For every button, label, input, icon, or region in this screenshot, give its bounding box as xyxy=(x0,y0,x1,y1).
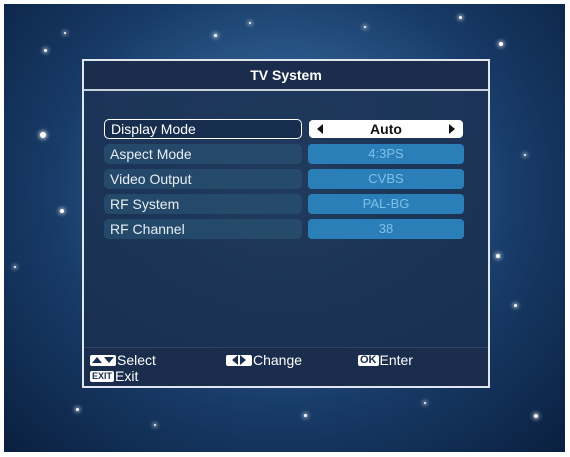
hint-select: Select xyxy=(90,352,156,368)
star-decoration xyxy=(514,304,517,307)
hint-select-label: Select xyxy=(117,352,156,368)
ok-key-icon: OK xyxy=(358,353,379,366)
setting-row-video-output[interactable]: Video Output CVBS xyxy=(104,167,464,192)
setting-label: Aspect Mode xyxy=(104,144,302,164)
setting-row-rf-system[interactable]: RF System PAL-BG xyxy=(104,192,464,217)
setting-value: CVBS xyxy=(308,169,464,189)
left-right-key-icon xyxy=(226,354,252,366)
star-decoration xyxy=(499,42,503,46)
setting-value: Auto xyxy=(370,121,402,137)
setting-label: RF Channel xyxy=(104,219,302,239)
hint-change-label: Change xyxy=(253,352,303,368)
star-decoration xyxy=(40,132,46,138)
setting-row-display-mode[interactable]: Display Mode Auto xyxy=(104,117,464,142)
setting-value: 38 xyxy=(308,219,464,239)
star-decoration xyxy=(534,414,538,418)
help-bar: Select Change OK Enter EXIT Exit xyxy=(84,347,488,386)
setting-row-aspect-mode[interactable]: Aspect Mode 4:3PS xyxy=(104,142,464,167)
up-down-key-icon xyxy=(90,354,116,366)
star-decoration xyxy=(524,154,526,156)
star-decoration xyxy=(496,254,500,258)
hint-enter: OK Enter xyxy=(358,352,413,368)
hint-exit: EXIT Exit xyxy=(90,368,138,384)
star-decoration xyxy=(154,424,156,426)
hint-enter-label: Enter xyxy=(379,352,413,368)
star-decoration xyxy=(44,49,47,52)
setting-value: PAL-BG xyxy=(308,194,464,214)
setting-value: 4:3PS xyxy=(308,144,464,164)
exit-key-icon: EXIT xyxy=(90,370,115,382)
star-decoration xyxy=(459,16,462,19)
star-decoration xyxy=(64,32,66,34)
star-decoration xyxy=(304,414,307,417)
star-decoration xyxy=(424,402,426,404)
setting-value-selector[interactable]: Auto xyxy=(308,119,464,139)
tv-system-dialog: TV System Display Mode Auto Aspect Mode … xyxy=(82,59,490,388)
hint-exit-label: Exit xyxy=(115,368,139,384)
setting-label: RF System xyxy=(104,194,302,214)
arrow-right-icon[interactable] xyxy=(449,124,455,134)
star-decoration xyxy=(364,26,366,28)
star-decoration xyxy=(60,209,64,213)
star-decoration xyxy=(14,266,16,268)
star-decoration xyxy=(249,22,251,24)
settings-list: Display Mode Auto Aspect Mode 4:3PS Vide… xyxy=(104,117,464,242)
setting-row-rf-channel[interactable]: RF Channel 38 xyxy=(104,217,464,242)
hint-change: Change xyxy=(226,352,302,368)
star-decoration xyxy=(76,408,79,411)
star-decoration xyxy=(214,34,217,37)
dialog-title: TV System xyxy=(84,61,488,91)
setting-label: Display Mode xyxy=(104,119,302,139)
setting-label: Video Output xyxy=(104,169,302,189)
tv-screen: TV System Display Mode Auto Aspect Mode … xyxy=(4,4,565,452)
arrow-left-icon[interactable] xyxy=(317,124,323,134)
